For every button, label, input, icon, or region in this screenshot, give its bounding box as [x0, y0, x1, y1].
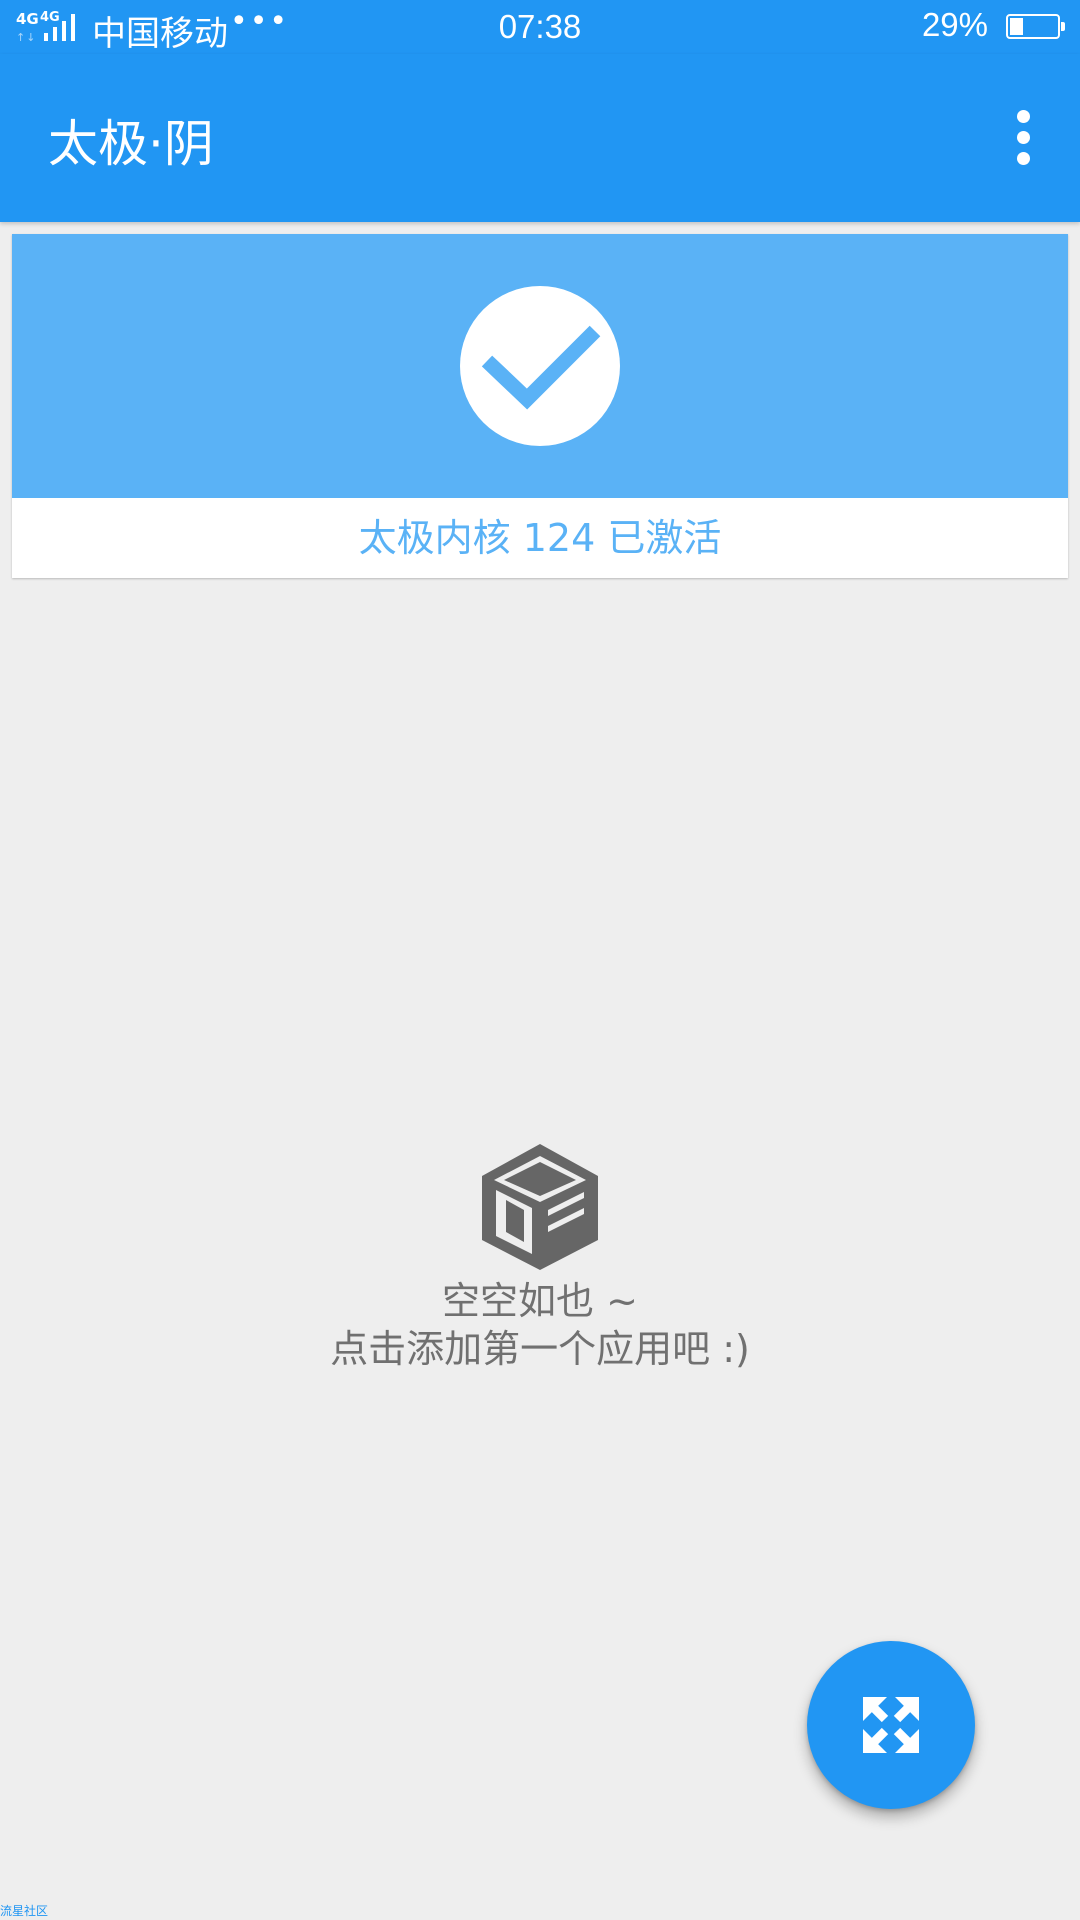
- status-card-label: 太极内核 124 已激活: [358, 516, 722, 560]
- expand-arrows-icon: [863, 1697, 919, 1753]
- status-time: 07:38: [498, 8, 582, 45]
- battery-icon: [1006, 14, 1065, 39]
- battery-level: [1010, 18, 1023, 35]
- check-icon: [460, 286, 620, 446]
- battery-percent: 29%: [921, 6, 988, 43]
- add-app-fab[interactable]: [807, 1641, 975, 1809]
- empty-state-subtitle: 点击添加第一个应用吧 :): [330, 1327, 750, 1371]
- status-bar: 4G 4G ↑↓ 中国移动 ••• 07:38 29%: [0, 0, 1080, 54]
- box-icon: [474, 1140, 606, 1272]
- empty-state-title: 空空如也 ~: [442, 1279, 638, 1323]
- app-title: 太极·阴: [48, 115, 214, 173]
- status-card[interactable]: 太极内核 124 已激活: [12, 234, 1068, 578]
- more-vert-icon[interactable]: [992, 102, 1056, 174]
- app-bar: 太极·阴: [0, 54, 1080, 222]
- watermark: 流星社区: [0, 1904, 49, 1918]
- status-card-banner: [12, 234, 1068, 498]
